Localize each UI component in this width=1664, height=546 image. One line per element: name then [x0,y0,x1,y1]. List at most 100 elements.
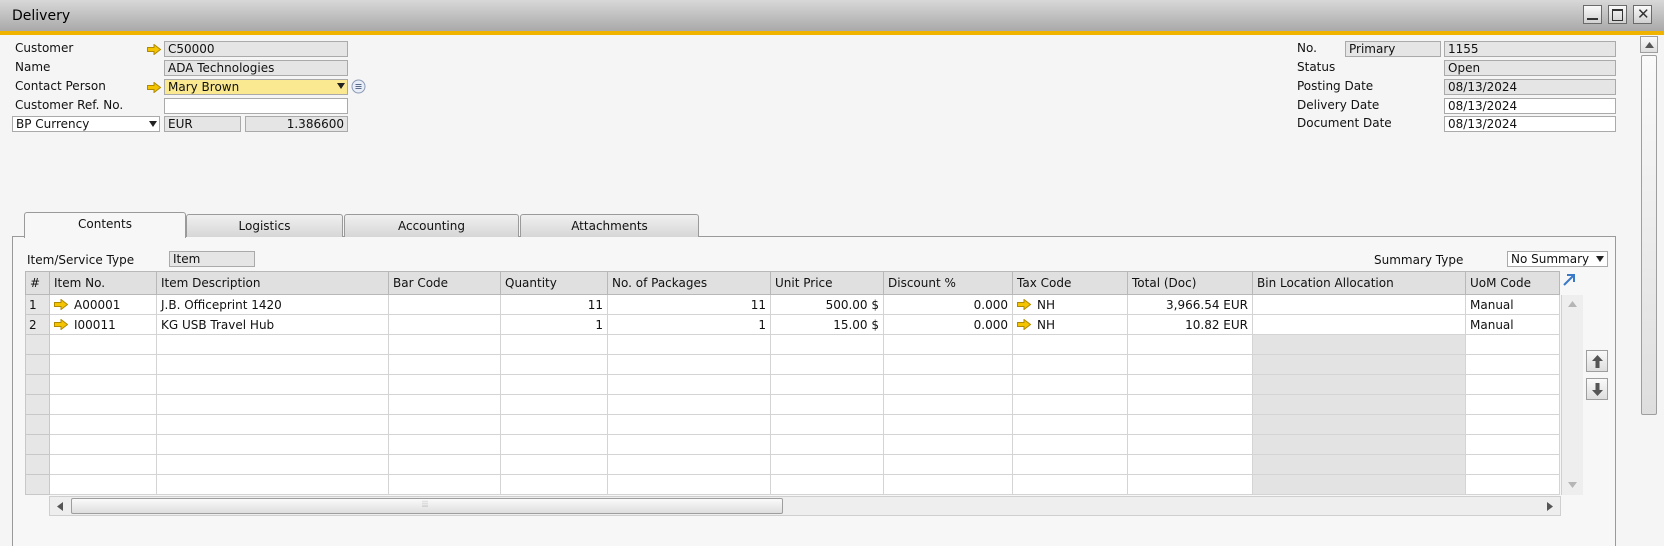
cell-packages[interactable] [607,334,771,355]
cell-tax-code[interactable] [1012,334,1128,355]
cell-tax-code[interactable] [1012,454,1128,475]
link-arrow-icon[interactable] [147,82,161,93]
col-header-discount[interactable]: Discount % [883,271,1013,295]
col-header-item-no[interactable]: Item No. [49,271,157,295]
cell-bin-location[interactable] [1252,454,1466,475]
table-row-empty[interactable] [25,394,1560,415]
cell-bar-code[interactable] [388,374,501,395]
cell-bar-code[interactable] [388,454,501,475]
cell-uom-code[interactable] [1465,434,1560,455]
posting-date-field[interactable]: 08/13/2024 [1444,79,1616,95]
table-row-empty[interactable] [25,334,1560,355]
table-row-empty[interactable] [25,474,1560,495]
cell-unit-price[interactable] [770,354,884,375]
cell-bin-location[interactable] [1252,374,1466,395]
cell-item-description[interactable] [156,374,389,395]
tab-contents[interactable]: Contents [24,212,186,238]
cell-bar-code[interactable] [388,314,501,335]
cell-bin-location[interactable] [1252,334,1466,355]
cell-uom-code[interactable] [1465,394,1560,415]
cell-total-doc[interactable] [1127,454,1253,475]
close-button[interactable]: ✕ [1633,5,1652,24]
dropdown-arrow-icon[interactable] [337,83,345,89]
cell-uom-code[interactable] [1465,374,1560,395]
cell-total-doc[interactable]: 3,966.54 EUR [1127,294,1253,315]
cell-discount[interactable] [883,394,1013,415]
cell-item-no[interactable] [49,354,157,375]
cell-uom-code[interactable] [1465,474,1560,495]
cell-tax-code[interactable] [1012,474,1128,495]
table-row[interactable]: 1 A00001 J.B. Officeprint 1420 11 11 500.00 $… [25,294,1560,315]
cell-unit-price[interactable]: 500.00 $ [770,294,884,315]
grid-vertical-scrollbar[interactable] [1561,295,1583,495]
link-arrow-icon[interactable] [147,44,161,55]
cell-total-doc[interactable] [1127,434,1253,455]
cell-item-description[interactable] [156,454,389,475]
cell-quantity[interactable]: 11 [500,294,608,315]
cell-discount[interactable] [883,414,1013,435]
maximize-button[interactable] [1608,5,1627,24]
cell-packages[interactable] [607,414,771,435]
table-row-empty[interactable] [25,374,1560,395]
document-date-input[interactable]: 08/13/2024 [1444,116,1616,132]
cell-item-no[interactable] [49,414,157,435]
dropdown-arrow-icon[interactable] [1596,256,1604,262]
cell-packages[interactable] [607,374,771,395]
cell-tax-code[interactable] [1012,374,1128,395]
cell-packages[interactable] [607,354,771,375]
col-header-tax-code[interactable]: Tax Code [1012,271,1128,295]
cell-bar-code[interactable] [388,394,501,415]
cell-item-description[interactable]: J.B. Officeprint 1420 [156,294,389,315]
cell-bin-location[interactable] [1252,474,1466,495]
col-header-unit-price[interactable]: Unit Price [770,271,884,295]
cell-discount[interactable]: 0.000 [883,294,1013,315]
cell-total-doc[interactable] [1127,414,1253,435]
cell-quantity[interactable] [500,334,608,355]
cell-item-description[interactable] [156,334,389,355]
move-row-down-button[interactable] [1586,378,1608,400]
table-row-empty[interactable] [25,354,1560,375]
cell-unit-price[interactable] [770,394,884,415]
table-row-empty[interactable] [25,434,1560,455]
cell-packages[interactable]: 11 [607,294,771,315]
link-arrow-icon[interactable] [54,318,68,330]
minimize-button[interactable] [1583,5,1602,24]
scroll-down-icon[interactable] [1568,482,1577,488]
cell-total-doc[interactable] [1127,354,1253,375]
cell-item-no[interactable] [49,474,157,495]
tab-logistics[interactable]: Logistics [186,214,343,237]
cell-quantity[interactable]: 1 [500,314,608,335]
scroll-up-icon[interactable] [1568,301,1577,307]
tab-attachments[interactable]: Attachments [520,214,699,237]
cell-item-description[interactable] [156,414,389,435]
cell-bin-location[interactable] [1252,414,1466,435]
cell-quantity[interactable] [500,474,608,495]
cell-uom-code[interactable] [1465,414,1560,435]
cell-item-no[interactable] [49,394,157,415]
cell-packages[interactable] [607,454,771,475]
cell-item-description[interactable] [156,394,389,415]
currency-type-select[interactable]: BP Currency [12,116,160,132]
window-scrollbar-thumb[interactable] [1641,55,1657,415]
cell-item-description[interactable] [156,434,389,455]
col-header-bar-code[interactable]: Bar Code [388,271,501,295]
col-header-uom-code[interactable]: UoM Code [1465,271,1560,295]
cell-bin-location[interactable] [1252,354,1466,375]
cell-total-doc[interactable] [1127,474,1253,495]
move-row-up-button[interactable] [1586,350,1608,372]
cell-uom-code[interactable]: Manual [1465,314,1560,335]
contact-person-select[interactable]: Mary Brown [164,79,348,95]
link-arrow-icon[interactable] [1017,298,1031,310]
cell-item-no[interactable] [49,454,157,475]
cell-item-no[interactable] [49,434,157,455]
cell-item-description[interactable] [156,354,389,375]
expand-icon[interactable] [1562,273,1576,287]
cell-unit-price[interactable] [770,474,884,495]
cell-quantity[interactable] [500,454,608,475]
cell-tax-code[interactable]: NH [1012,314,1128,335]
cell-unit-price[interactable] [770,334,884,355]
cell-total-doc[interactable] [1127,374,1253,395]
cell-uom-code[interactable]: Manual [1465,294,1560,315]
cell-item-no[interactable]: I00011 [49,314,157,335]
cell-bin-location[interactable] [1252,434,1466,455]
